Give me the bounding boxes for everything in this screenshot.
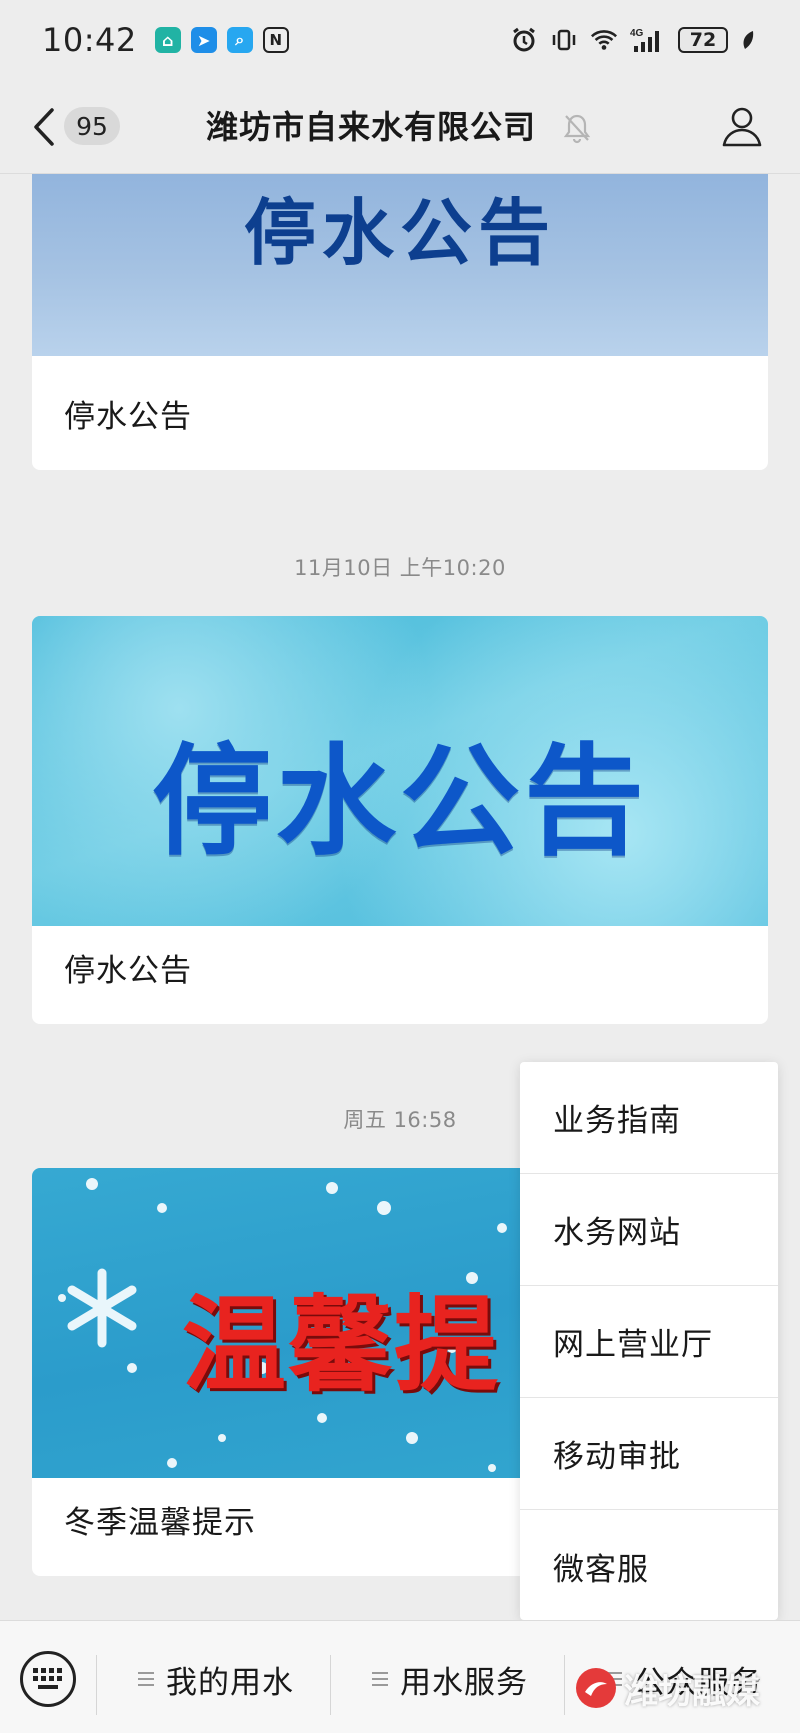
menu-tab-label: 我的用水 (166, 1664, 294, 1701)
vibrate-icon (550, 26, 578, 54)
unread-count-badge[interactable]: 95 (64, 107, 120, 145)
nfc-icon: N (262, 27, 289, 53)
status-left: 10:42 ⌂ ➤ ⌕ N (42, 21, 289, 59)
wifi-icon (590, 26, 618, 54)
search-app-icon: ⌕ (226, 27, 253, 53)
menu-lines-icon (372, 1672, 388, 1686)
page-title: 潍坊市自来水有限公司 (206, 108, 537, 146)
snowflake-icon (67, 1268, 137, 1348)
article-cover: 停水公告 (32, 616, 768, 926)
send-app-icon: ➤ (190, 27, 217, 53)
chat-header: 95 潍坊市自来水有限公司 (0, 80, 800, 174)
article-card[interactable]: 停水公告 停水公告 (32, 174, 768, 470)
menu-item-mobile-approval[interactable]: 移动审批 (520, 1398, 778, 1510)
menu-lines-icon (138, 1672, 154, 1686)
signal-icon: 4G (630, 26, 666, 54)
status-right: 4G 72 (510, 26, 756, 54)
menu-tab-water-service[interactable]: 用水服务 (372, 1657, 528, 1701)
home-app-icon: ⌂ (154, 27, 181, 53)
article-cover: 停水公告 (32, 174, 768, 356)
menu-divider (96, 1655, 97, 1715)
battery-icon: 72 (678, 27, 728, 53)
watermark-text: 潍坊融媒 (624, 1671, 760, 1712)
menu-item-micro-service[interactable]: 微客服 (520, 1510, 778, 1622)
cover-heading: 温馨提 (182, 1284, 501, 1406)
person-icon (722, 107, 762, 147)
menu-item-water-website[interactable]: 水务网站 (520, 1174, 778, 1286)
leaf-icon (740, 26, 756, 54)
article-title: 冬季温馨提示 (64, 1505, 256, 1541)
article-title: 停水公告 (64, 953, 192, 989)
profile-button[interactable] (720, 104, 764, 148)
clock: 10:42 (42, 21, 137, 59)
menu-tab-my-water[interactable]: 我的用水 (138, 1657, 294, 1701)
svg-text:4G: 4G (630, 28, 644, 39)
menu-tab-label: 用水服务 (400, 1664, 528, 1701)
article-title: 停水公告 (64, 399, 192, 435)
keyboard-icon (33, 1668, 62, 1689)
menu-divider (330, 1655, 331, 1715)
cover-heading: 停水公告 (152, 733, 648, 872)
message-timestamp: 11月10日 上午10:20 (294, 556, 506, 580)
alarm-icon (510, 26, 538, 54)
back-button[interactable] (30, 104, 60, 150)
menu-item-business-guide[interactable]: 业务指南 (520, 1062, 778, 1174)
status-bar: 10:42 ⌂ ➤ ⌕ N 4G 72 (0, 0, 800, 80)
menu-divider (564, 1655, 565, 1715)
service-popup-menu: 业务指南 水务网站 网上营业厅 移动审批 微客服 (520, 1062, 778, 1620)
article-card[interactable]: 停水公告 停水公告 (32, 616, 768, 1024)
cover-heading: 停水公告 (243, 191, 556, 275)
watermark: 潍坊融媒 (576, 1660, 786, 1716)
keyboard-toggle-button[interactable] (20, 1651, 76, 1707)
menu-item-online-hall[interactable]: 网上营业厅 (520, 1286, 778, 1398)
media-logo-icon (576, 1668, 616, 1708)
bell-off-icon (562, 112, 592, 144)
